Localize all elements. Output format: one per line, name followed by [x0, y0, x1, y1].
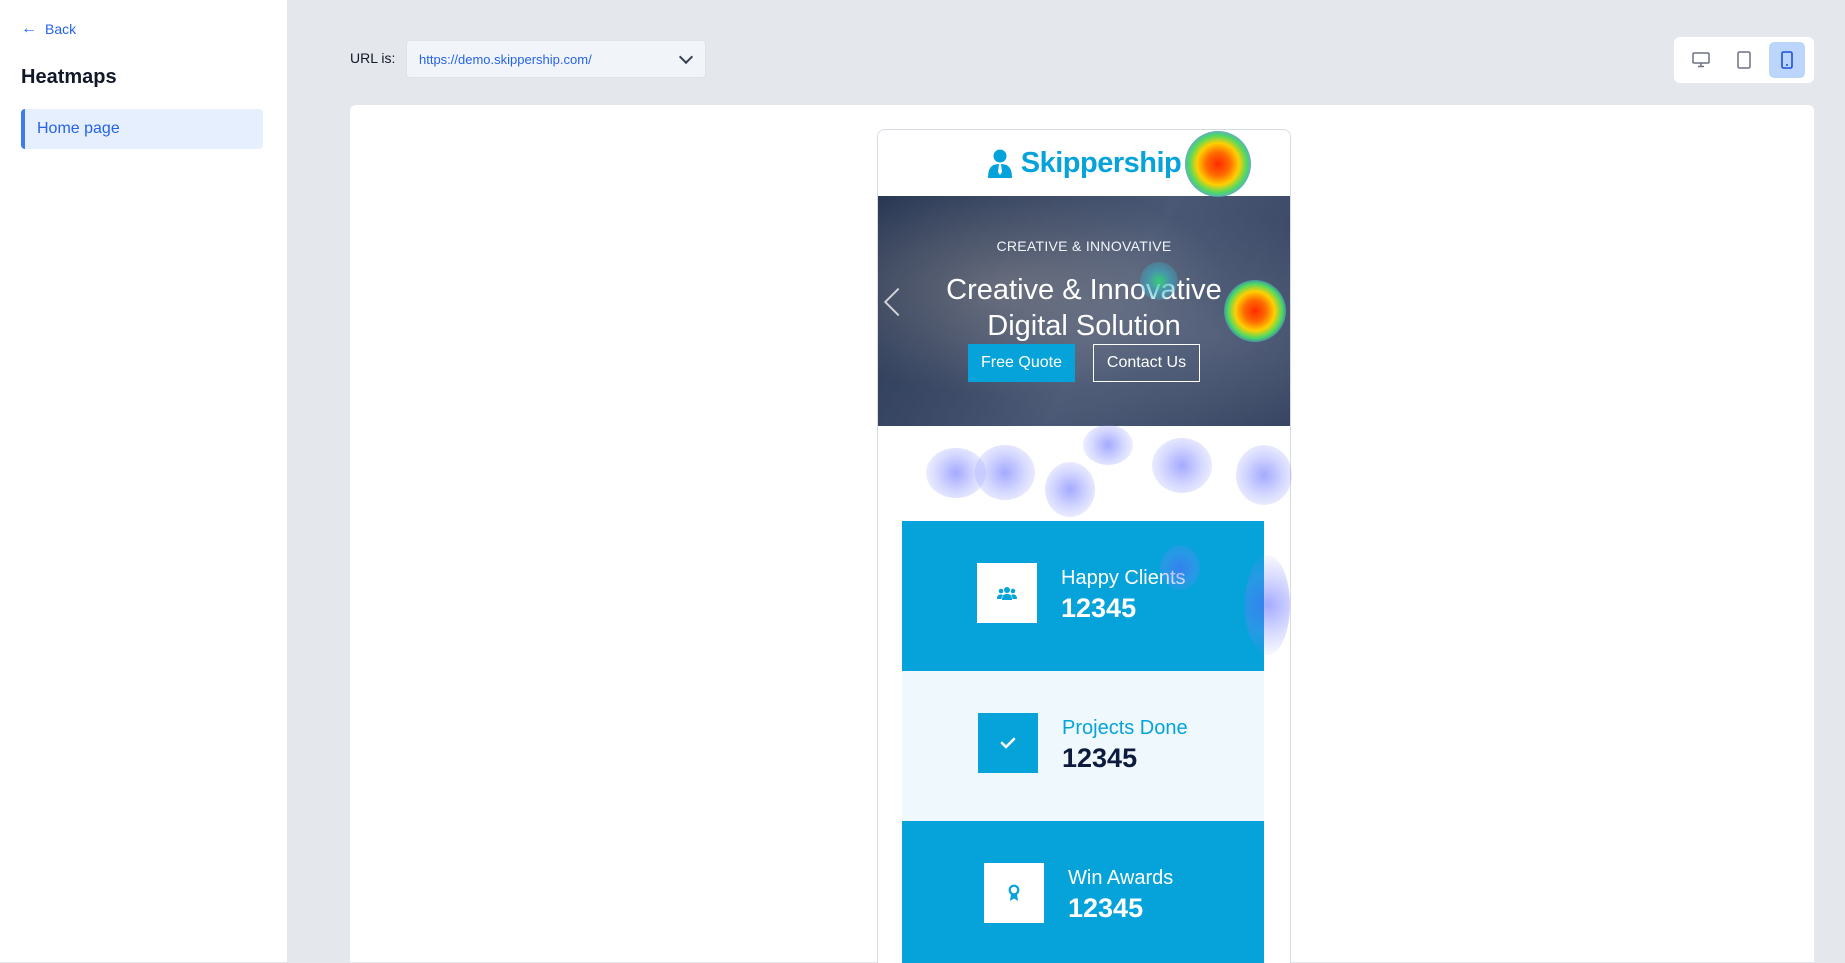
stat-icon-box [984, 863, 1044, 923]
contact-us-button[interactable]: Contact Us [1093, 344, 1200, 382]
mobile-icon [1780, 51, 1793, 69]
check-icon [1000, 737, 1016, 749]
url-label: URL is: [350, 50, 396, 66]
users-icon [997, 587, 1017, 600]
hero-title-line-1: Creative & Innovative [946, 274, 1222, 306]
stat-icon-box [977, 563, 1037, 623]
stat-card-win-awards: Win Awards 12345 [902, 821, 1264, 963]
stat-value: 12345 [1062, 743, 1138, 773]
desktop-view-button[interactable] [1683, 42, 1719, 78]
back-label: Back [45, 21, 77, 37]
sidebar: ← Back Heatmaps Home page [0, 0, 288, 962]
stat-label: Happy Clients [1061, 567, 1186, 589]
chevron-down-icon [678, 49, 694, 65]
device-toggle [1674, 37, 1814, 83]
hero-title-line-2: Digital Solution [987, 310, 1181, 342]
hero-banner: CREATIVE & INNOVATIVE Creative & Innovat… [878, 196, 1290, 426]
sidebar-item-label: Home page [37, 120, 120, 137]
back-link[interactable]: ← Back [21, 20, 77, 38]
tablet-icon [1737, 51, 1751, 69]
stat-label: Win Awards [1068, 867, 1174, 889]
stat-card-happy-clients: Happy Clients 12345 [902, 521, 1264, 671]
site-header: Skippership [878, 130, 1290, 196]
tablet-view-button[interactable] [1726, 42, 1762, 78]
sidebar-title: Heatmaps [21, 66, 117, 88]
free-quote-button[interactable]: Free Quote [968, 344, 1075, 382]
stat-card-projects-done: Projects Done 12345 [902, 671, 1264, 821]
url-value: https://demo.skippership.com/ [419, 51, 592, 67]
award-icon [1008, 884, 1020, 901]
site-logo-text: Skippership [1020, 146, 1182, 179]
stat-value: 12345 [1068, 893, 1144, 923]
hero-eyebrow: CREATIVE & INNOVATIVE [996, 238, 1172, 254]
hero-title: Creative & Innovative Digital Solution [878, 272, 1290, 344]
desktop-icon [1692, 52, 1711, 68]
stat-label: Projects Done [1062, 717, 1188, 739]
mobile-preview-frame: Skippership CREATIVE & INNOVATIVE Creati… [877, 129, 1291, 963]
stat-value: 12345 [1061, 593, 1137, 623]
stat-icon-box [978, 713, 1038, 773]
user-logo-icon [987, 149, 1012, 178]
sidebar-item-home-page[interactable]: Home page [21, 109, 263, 149]
mobile-view-button[interactable] [1768, 42, 1805, 78]
arrow-left-icon: ← [21, 20, 37, 37]
url-select[interactable]: https://demo.skippership.com/ [406, 40, 706, 78]
